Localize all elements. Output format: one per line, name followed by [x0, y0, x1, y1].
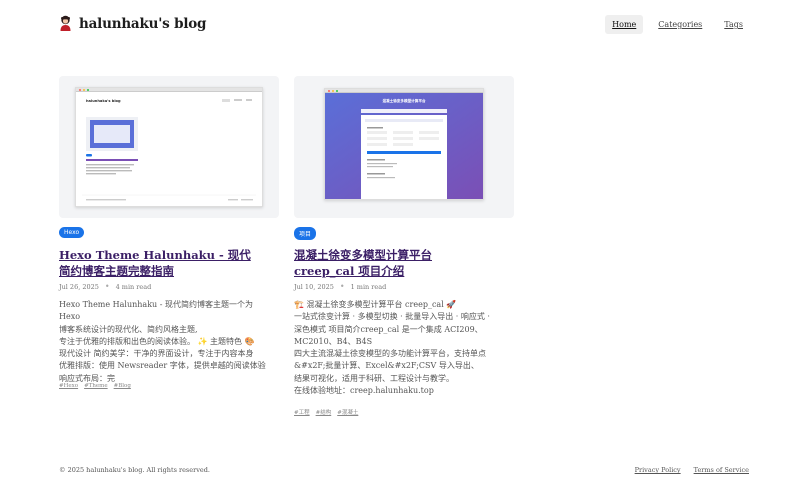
site-title[interactable]: halunhaku's blog — [79, 16, 207, 32]
tag-link[interactable]: #工程 — [294, 408, 310, 416]
read-time: 1 min read — [350, 282, 387, 291]
tag-link[interactable]: #Theme — [84, 383, 108, 389]
post-date: Jul 10, 2025 — [294, 282, 334, 291]
thumbnail-caption: halunhaku's blog — [86, 99, 121, 103]
main-nav: Home Categories Tags — [605, 15, 750, 34]
category-badge[interactable]: Hexo — [59, 227, 85, 238]
site-header: halunhaku's blog Home Categories Tags — [0, 0, 800, 50]
post-title[interactable]: Hexo Theme Halunhaku - 现代简约博客主题完整指南 — [59, 247, 259, 279]
post-excerpt: Hexo Theme Halunhaku - 现代简约博客主题一个为 Hexo … — [59, 300, 266, 383]
thumbnail-screenshot: halunhaku's blog — [75, 87, 263, 207]
meta-separator: • — [339, 282, 345, 291]
privacy-policy-link[interactable]: Privacy Policy — [635, 466, 681, 474]
nav-categories[interactable]: Categories — [651, 15, 709, 34]
footer-copyright: © 2025 halunhaku's blog. All rights rese… — [59, 466, 210, 474]
post-date: Jul 26, 2025 — [59, 282, 99, 291]
nav-home[interactable]: Home — [605, 15, 644, 34]
tag-link[interactable]: #混凝土 — [337, 408, 358, 416]
post-thumbnail[interactable]: 混凝土徐变多模型计算平台 — [294, 76, 514, 218]
category-badge[interactable]: 项目 — [294, 227, 317, 240]
post-meta: Jul 10, 2025 • 1 min read — [294, 282, 386, 291]
terms-of-service-link[interactable]: Terms of Service — [694, 466, 749, 474]
read-time: 4 min read — [115, 282, 152, 291]
brand[interactable]: halunhaku's blog — [59, 15, 207, 32]
post-meta: Jul 26, 2025 • 4 min read — [59, 282, 151, 291]
nav-tags[interactable]: Tags — [717, 15, 750, 34]
footer-links: Privacy Policy Terms of Service — [635, 466, 749, 474]
post-tags: #工程 #结构 #混凝土 — [294, 408, 358, 416]
thumbnail-screenshot: 混凝土徐变多模型计算平台 — [324, 88, 484, 200]
post-thumbnail[interactable]: halunhaku's blog — [59, 76, 279, 218]
post-excerpt: 🏗️ 混凝土徐变多模型计算平台 creep_cal 🚀 一站式徐变计算 · 多模… — [294, 300, 490, 396]
post-card: 混凝土徐变多模型计算平台 项目 混凝土徐变多模型计算平台 creep_cal 项… — [294, 76, 514, 416]
avatar-icon — [59, 15, 72, 32]
post-tags: #Hexo #Theme #Blog — [59, 383, 131, 389]
post-card: halunhaku's blog Hexo Hexo Theme Halunha… — [59, 76, 279, 389]
meta-separator: • — [104, 282, 110, 291]
tag-link[interactable]: #Blog — [114, 383, 131, 389]
thumbnail-caption: 混凝土徐变多模型计算平台 — [382, 98, 426, 103]
post-title[interactable]: 混凝土徐变多模型计算平台 creep_cal 项目介绍 — [294, 247, 484, 279]
tag-link[interactable]: #Hexo — [59, 383, 78, 389]
tag-link[interactable]: #结构 — [316, 408, 332, 416]
